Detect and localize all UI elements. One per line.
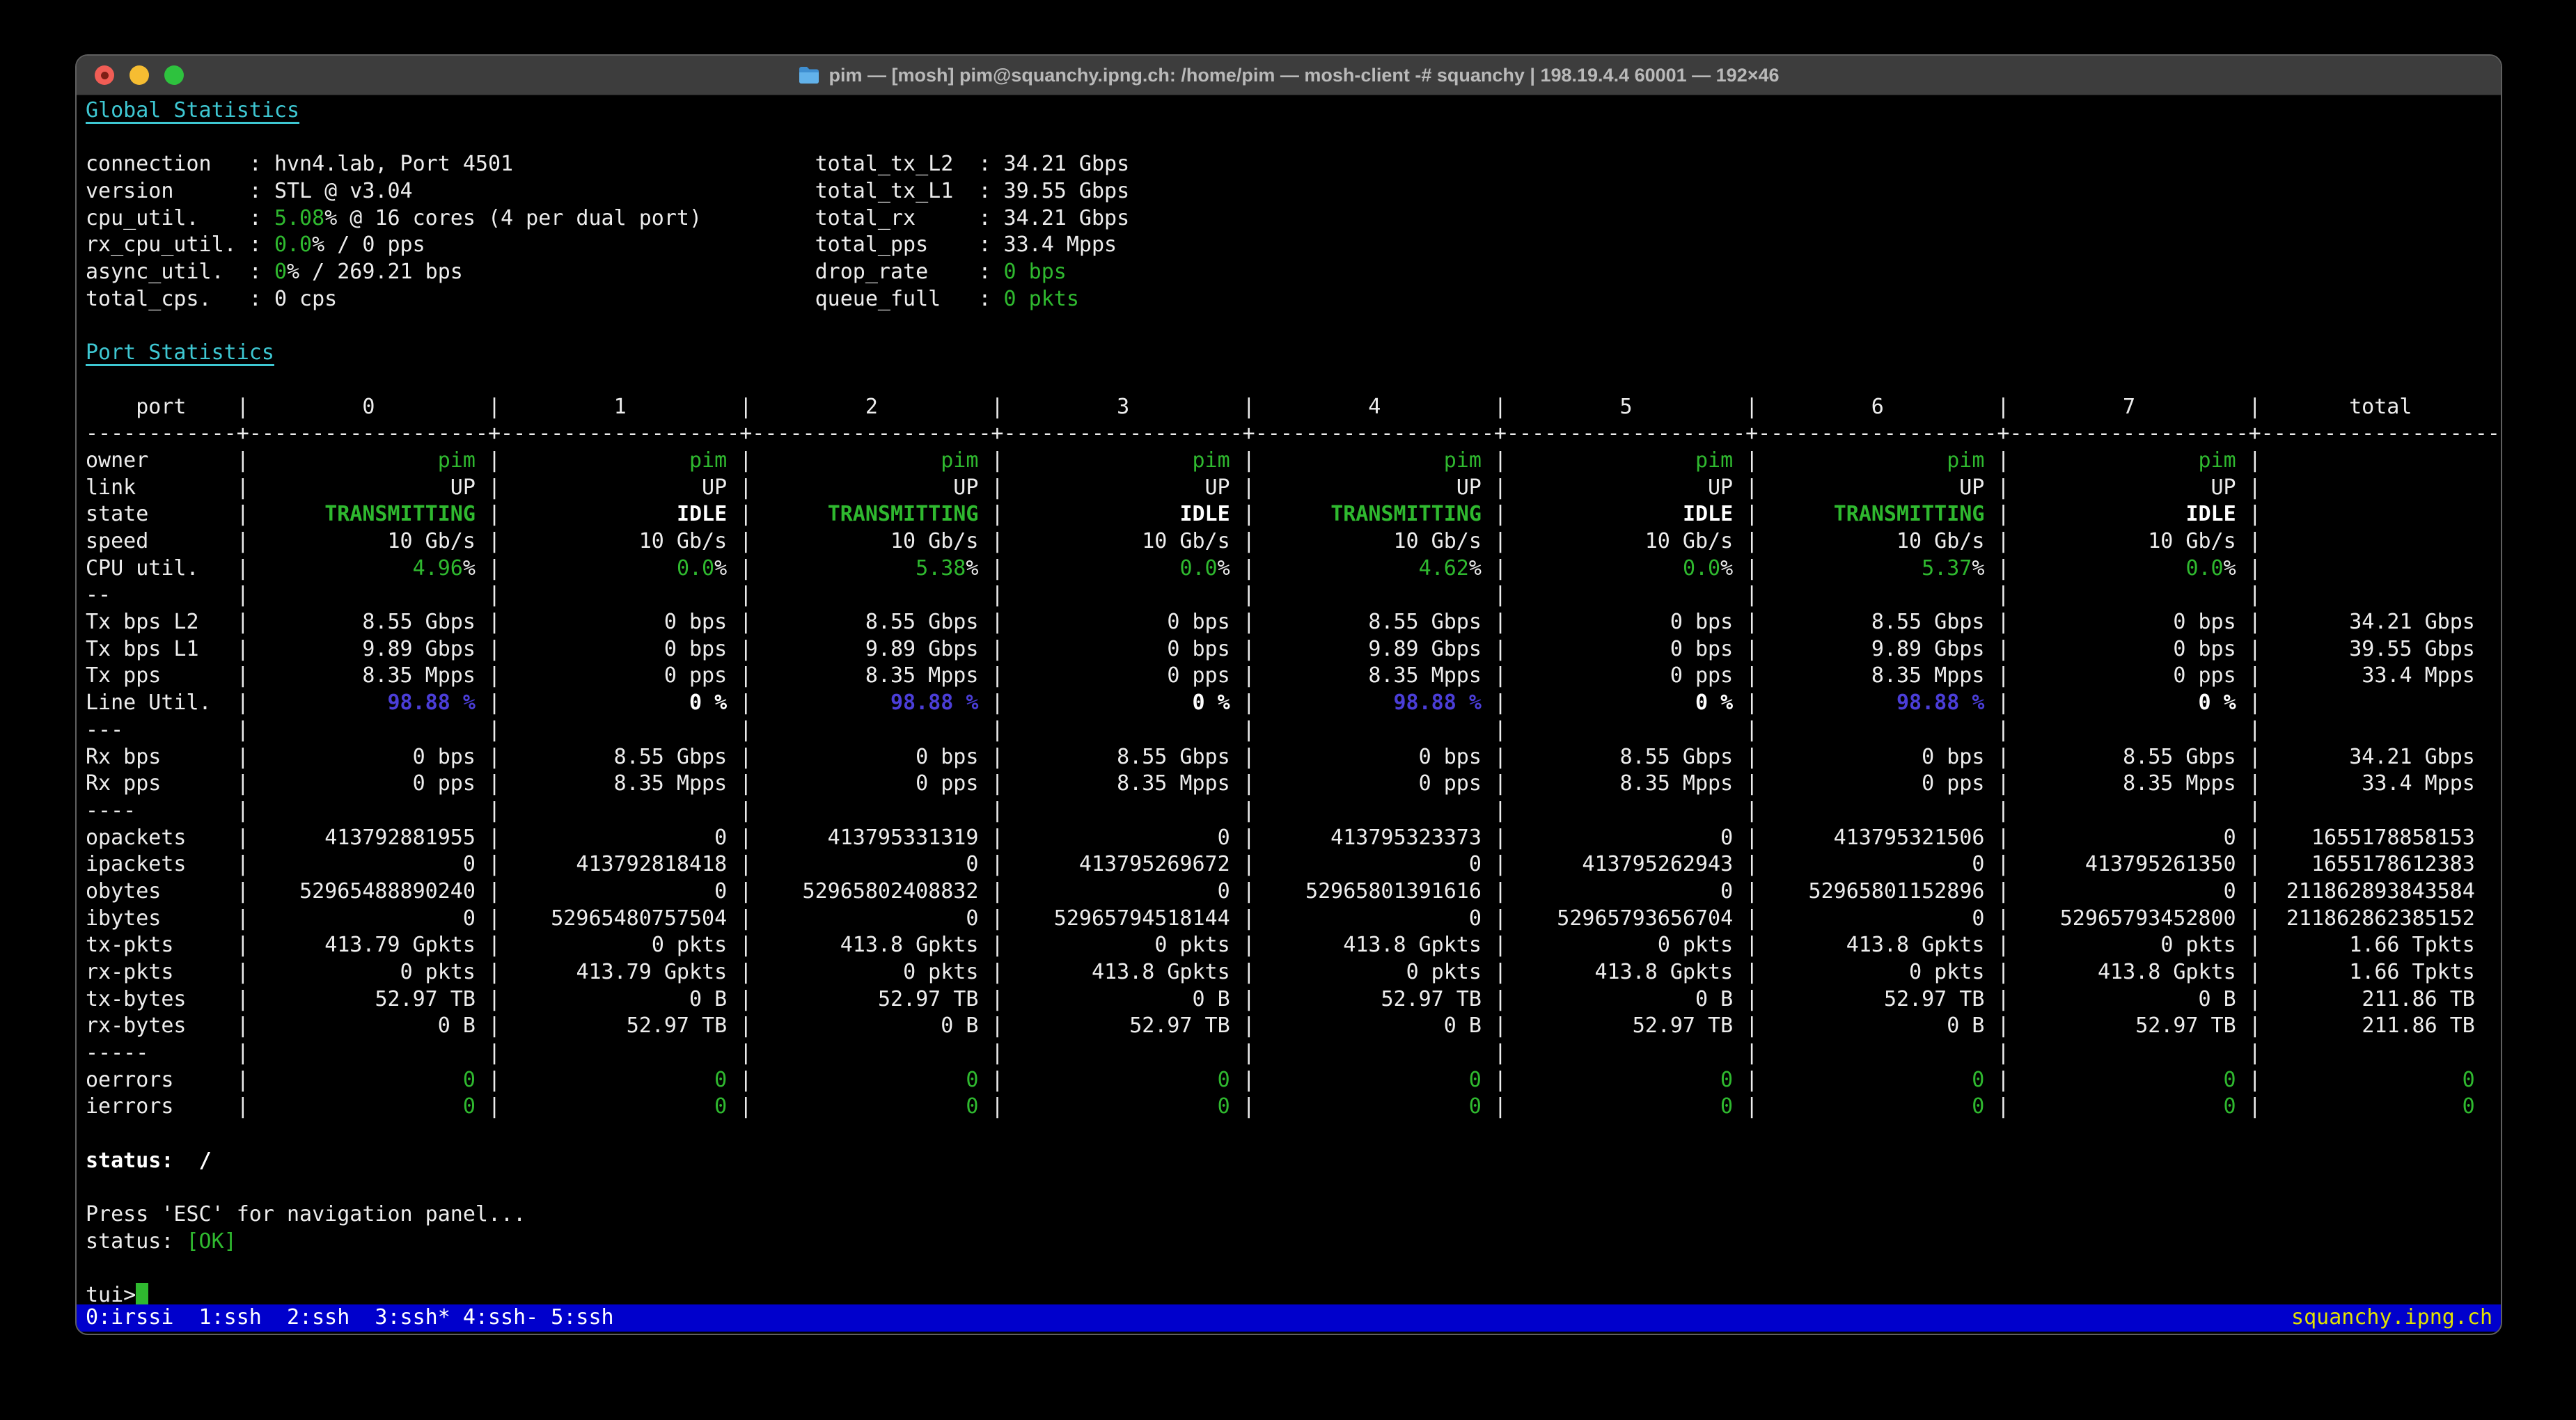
port-row-obytes: obytes | 52965488890240 | 0 | 5296580240… [86, 878, 2475, 904]
port-row-state: state | TRANSMITTING | IDLE | TRANSMITTI… [86, 502, 2261, 527]
window-title-text: pim — [mosh] pim@squanchy.ipng.ch: /home… [828, 64, 1780, 86]
port-row-link: link | UP | UP | UP | UP | UP | UP | UP … [86, 475, 2261, 500]
port-row-tx-bytes: tx-bytes | 52.97 TB | 0 B | 52.97 TB | 0… [86, 986, 2475, 1011]
global-stats-line-connection: connection : hvn4.lab, Port 4501 total_t… [86, 152, 1130, 177]
port-row-line-util-: Line Util. | 98.88 % | 0 % | 98.88 % | 0… [86, 691, 2261, 716]
port-row-rx-pps: Rx pps | 0 pps | 8.35 Mpps | 0 pps | 8.3… [86, 771, 2475, 796]
port-row-tx-bps-l1: Tx bps L1 | 9.89 Gbps | 0 bps | 9.89 Gbp… [86, 636, 2475, 661]
global-stats-line-total-cps-: total_cps. : 0 cps queue_full : 0 pkts [86, 286, 1079, 311]
port-row-ipackets: ipackets | 0 | 413792818418 | 0 | 413795… [86, 852, 2475, 877]
port-row-rx-pkts: rx-pkts | 0 pkts | 413.79 Gpkts | 0 pkts… [86, 960, 2475, 984]
port-row-ibytes: ibytes | 0 | 52965480757504 | 0 | 529657… [86, 906, 2475, 931]
port-row-divider-3: --- | | | | | | | | | [86, 717, 2261, 742]
screen-window-list: 0:irssi 1:ssh 2:ssh 3:ssh* 4:ssh- 5:ssh [86, 1305, 614, 1330]
status-spinner-line: status: / [86, 1148, 212, 1173]
titlebar[interactable]: pim — [mosh] pim@squanchy.ipng.ch: /home… [77, 56, 2501, 95]
global-stats-line-version: version : STL @ v3.04 total_tx_L1 : 39.5… [86, 179, 1130, 204]
port-row-owner: owner | pim | pim | pim | pim | pim | pi… [86, 448, 2261, 473]
esc-hint-line: Press 'ESC' for navigation panel... [86, 1202, 526, 1227]
port-table-header: port | 0 | 1 | 2 | 3 | 4 | 5 | 6 | 7 | t… [86, 394, 2500, 419]
global-stats-line-rx-cpu-util-: rx_cpu_util. : 0.0% / 0 pps total_pps : … [86, 232, 1117, 258]
screen-hostname: squanchy.ipng.ch [2291, 1305, 2492, 1330]
desktop-background: pim — [mosh] pim@squanchy.ipng.ch: /home… [0, 0, 2576, 1420]
port-row-speed: speed | 10 Gb/s | 10 Gb/s | 10 Gb/s | 10… [86, 529, 2261, 553]
port-row-rx-bps: Rx bps | 0 bps | 8.55 Gbps | 0 bps | 8.5… [86, 744, 2475, 769]
global-stats-line-cpu-util-: cpu_util. : 5.08% @ 16 cores (4 per dual… [86, 205, 1130, 230]
global-statistics-heading: Global Statistics [86, 98, 300, 123]
modified-dot-icon [100, 71, 109, 79]
port-row-cpu-util-: CPU util. | 4.96% | 0.0% | 5.38% | 0.0% … [86, 555, 2261, 581]
port-row-tx-pps: Tx pps | 8.35 Mpps | 0 pps | 8.35 Mpps |… [86, 663, 2475, 688]
port-row-rx-bytes: rx-bytes | 0 B | 52.97 TB | 0 B | 52.97 … [86, 1013, 2475, 1039]
global-stats-line-async-util-: async_util. : 0% / 269.21 bps drop_rate … [86, 260, 1067, 285]
terminal-screen: Global Statistics connection : hvn4.lab, … [77, 95, 2501, 1309]
status-ok-line: status: [OK] [86, 1229, 237, 1254]
folder-icon [798, 66, 820, 84]
window-title: pim — [mosh] pim@squanchy.ipng.ch: /home… [798, 64, 1780, 86]
traffic-lights [95, 56, 184, 95]
port-row-divider-4: ---- | | | | | | | | | [86, 798, 2261, 823]
port-row-divider-2: -- | | | | | | | | | [86, 583, 2261, 608]
port-table-separator: ------------+-------------------+-------… [86, 421, 2500, 446]
port-row-tx-bps-l2: Tx bps L2 | 8.55 Gbps | 0 bps | 8.55 Gbp… [86, 610, 2475, 635]
screen-statusbar: 0:irssi 1:ssh 2:ssh 3:ssh* 4:ssh- 5:ssh … [77, 1304, 2501, 1332]
port-row-oerrors: oerrors | 0 | 0 | 0 | 0 | 0 | 0 | 0 | 0 … [86, 1067, 2475, 1092]
port-row-ierrors: ierrors | 0 | 0 | 0 | 0 | 0 | 0 | 0 | 0 … [86, 1094, 2475, 1119]
port-row-tx-pkts: tx-pkts | 413.79 Gpkts | 0 pkts | 413.8 … [86, 933, 2475, 958]
terminal-window: pim — [mosh] pim@squanchy.ipng.ch: /home… [75, 54, 2502, 1335]
port-row-divider-5: ----- | | | | | | | | | [86, 1041, 2261, 1066]
port-row-opackets: opackets | 413792881955 | 0 | 4137953313… [86, 825, 2475, 850]
zoom-button[interactable] [164, 65, 184, 85]
close-button[interactable] [95, 65, 114, 85]
port-statistics-heading: Port Statistics [86, 340, 274, 365]
minimize-button[interactable] [129, 65, 149, 85]
